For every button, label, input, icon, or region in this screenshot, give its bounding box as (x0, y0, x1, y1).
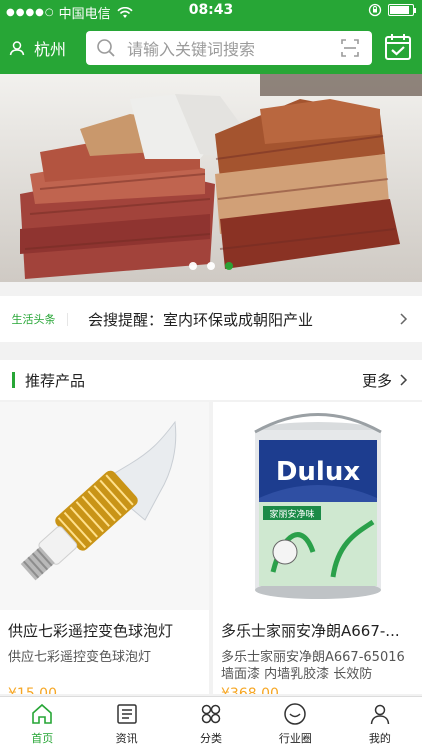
headline-notice[interactable]: 生活头条 会搜提醒：室内环保或成朝阳产业 (0, 296, 422, 342)
carousel-dot[interactable] (189, 262, 197, 270)
calendar-check-icon[interactable] (384, 32, 412, 62)
more-link[interactable]: 更多 (362, 370, 410, 391)
product-card[interactable]: Dulux 家丽安净味 多乐士家丽安净朗A667-... 多乐士家丽安净朗A66… (213, 402, 422, 694)
city-selector[interactable]: 杭州 (8, 36, 66, 60)
search-input[interactable]: 请输入关键词搜索 (86, 31, 372, 65)
smiley-icon (284, 702, 307, 725)
product-card[interactable]: 供应七彩遥控变色球泡灯 供应七彩遥控变色球泡灯 ¥15.00 (0, 402, 209, 694)
tab-bar: 首页 资讯 分类 行业圈 我的 (0, 696, 422, 750)
tab-label: 资讯 (115, 731, 138, 745)
tab-label: 分类 (200, 731, 223, 745)
tab-home[interactable]: 首页 (0, 697, 84, 750)
user-icon (370, 704, 390, 724)
scan-icon[interactable] (340, 38, 360, 58)
carousel-dot[interactable] (207, 262, 215, 270)
svg-text:Dulux: Dulux (276, 457, 361, 487)
banner-image (0, 74, 422, 282)
banner-carousel[interactable] (0, 74, 422, 282)
tab-category[interactable]: 分类 (169, 697, 253, 750)
search-placeholder: 请输入关键词搜索 (127, 40, 256, 59)
location-icon (9, 41, 25, 56)
section-accent-bar (12, 372, 15, 388)
recommended-header: 推荐产品 更多 (0, 360, 422, 400)
product-grid: 供应七彩遥控变色球泡灯 供应七彩遥控变色球泡灯 ¥15.00 Dulux 家丽安… (0, 402, 422, 694)
app-header: ●●●●○ 中国电信 08:43 杭州 请输入关键词搜索 (0, 0, 422, 74)
tab-circle[interactable]: 行业圈 (253, 697, 337, 750)
search-icon (97, 39, 115, 57)
status-bar: ●●●●○ 中国电信 08:43 (0, 0, 422, 22)
category-icon (201, 704, 221, 723)
carousel-dot-active[interactable] (225, 262, 233, 270)
product-image-bulb (0, 402, 209, 610)
product-image-paint: Dulux 家丽安净味 (213, 402, 422, 610)
product-name: 供应七彩遥控变色球泡灯 (8, 622, 174, 640)
product-price: ¥368.00 (221, 686, 279, 694)
tab-label: 首页 (31, 731, 54, 745)
product-price: ¥15.00 (8, 686, 57, 694)
tab-news[interactable]: 资讯 (84, 697, 168, 750)
orientation-lock-icon (368, 3, 382, 17)
product-name: 多乐士家丽安净朗A667-... (221, 622, 400, 640)
headline-text[interactable]: 会搜提醒：室内环保或成朝阳产业 (88, 309, 398, 330)
news-icon (116, 703, 137, 724)
more-label: 更多 (361, 371, 392, 390)
headline-tag: 生活头条 (10, 312, 68, 326)
carousel-indicator (0, 262, 422, 270)
product-desc: 多乐士家丽安净朗A667-65016墙面漆 内墙乳胶漆 长效防 (221, 650, 405, 682)
tab-label: 行业圈 (278, 731, 312, 745)
clock: 08:43 (188, 2, 234, 18)
battery-icon (388, 4, 416, 16)
tab-label: 我的 (368, 731, 391, 745)
product-desc: 供应七彩遥控变色球泡灯 (8, 650, 152, 665)
svg-text:家丽安净味: 家丽安净味 (269, 508, 314, 520)
home-icon (32, 703, 53, 724)
city-label: 杭州 (34, 40, 67, 59)
section-title: 推荐产品 (25, 371, 86, 390)
chevron-right-icon (400, 313, 408, 325)
tab-profile[interactable]: 我的 (338, 697, 422, 750)
chevron-right-icon (400, 374, 408, 386)
